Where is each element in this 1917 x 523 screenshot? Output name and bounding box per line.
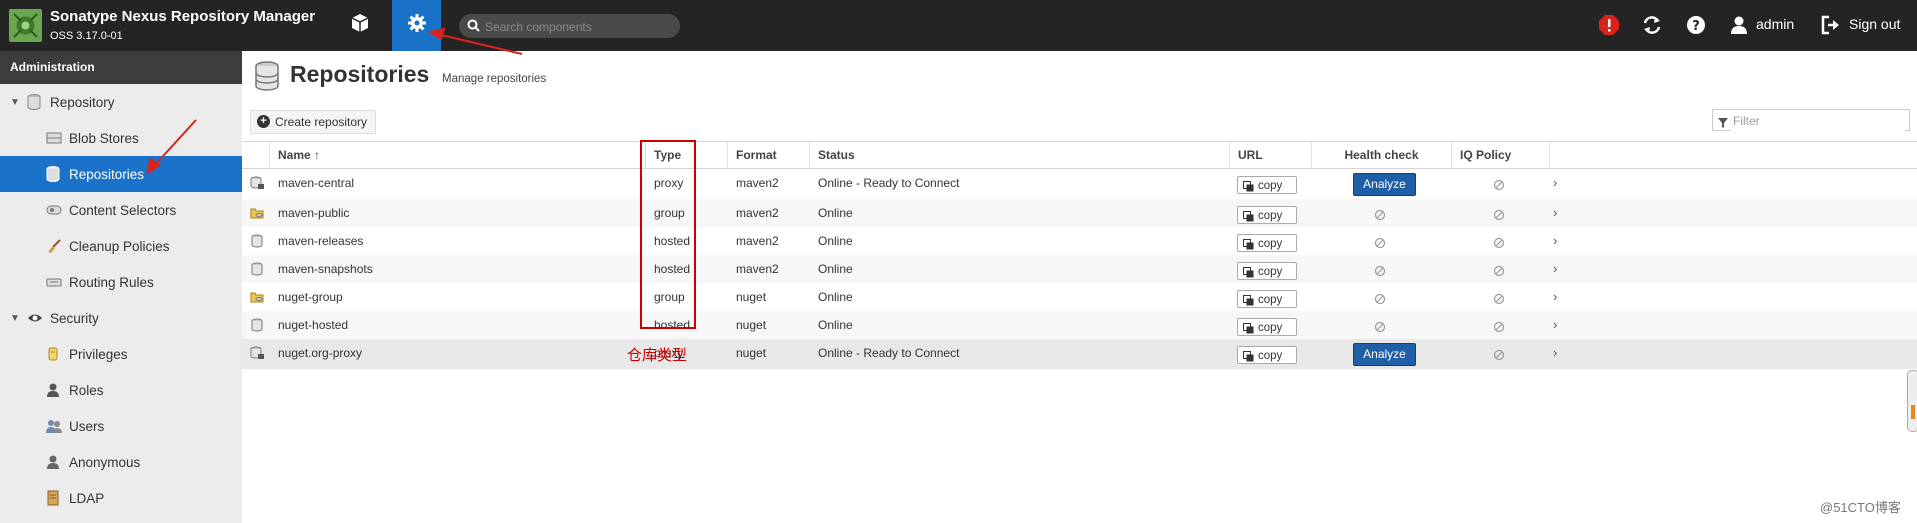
scrollbar-handle[interactable] — [1907, 370, 1917, 432]
annotation-arrows — [146, 27, 523, 176]
watermark: @51CTO博客 — [1820, 500, 1901, 515]
